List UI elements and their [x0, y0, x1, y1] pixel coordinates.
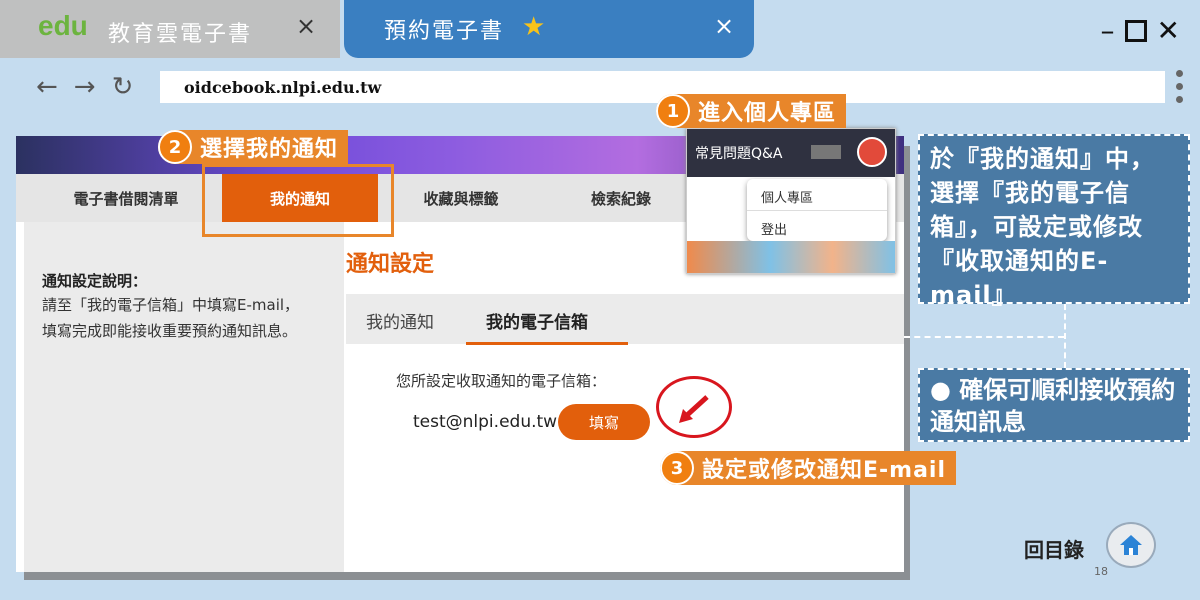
step-2: 2 選擇我的通知: [158, 130, 349, 164]
subtab-my-notice[interactable]: 我的通知: [366, 308, 434, 333]
step-2-text: 選擇我的通知: [200, 137, 339, 162]
maximize-icon[interactable]: [1124, 19, 1147, 42]
more-menu-icon[interactable]: [1176, 70, 1183, 103]
menu-logout[interactable]: 登出: [761, 219, 787, 238]
nav-favorites[interactable]: 收藏與標籤: [396, 174, 526, 222]
tab2-title: 預約電子書: [384, 19, 505, 44]
email-value: test@nlpi.edu.tw: [413, 412, 558, 432]
fill-button[interactable]: 填寫: [558, 404, 650, 440]
tab-reserve-ebook[interactable]: 預約電子書 ★ ×: [344, 0, 754, 58]
popup-menu: 個人專區 登出: [747, 179, 887, 241]
back-icon[interactable]: ←: [36, 72, 58, 102]
red-circle-arrow-icon: [656, 376, 732, 438]
dashed-connector-h: [904, 336, 1064, 338]
dashed-connector-v: [1064, 304, 1066, 368]
user-avatar-icon[interactable]: [857, 137, 887, 167]
reload-icon[interactable]: ↻: [112, 72, 134, 102]
blurred-username: [811, 145, 841, 159]
info-box-1: 於『我的通知』中，選擇『我的電子信箱』，可設定或修改『收取通知的E-mail』: [918, 134, 1190, 309]
menu-personal-area[interactable]: 個人專區: [761, 187, 813, 206]
section-title: 通知設定: [346, 252, 435, 277]
tab1-title: 教育雲電子書: [108, 22, 253, 47]
edu-logo: edu: [38, 10, 88, 41]
menu-divider: [747, 210, 887, 211]
highlight-box: [202, 164, 394, 237]
page-number: 18: [1094, 565, 1108, 578]
house-icon: [1120, 535, 1142, 555]
window-controls: – ✕: [1101, 14, 1180, 47]
tab1-close-icon[interactable]: ×: [296, 12, 316, 40]
step-3: 3 設定或修改通知E-mail: [660, 451, 957, 485]
popup-illustration: [687, 241, 895, 273]
profile-popup: 常見問題Q&A 個人專區 登出: [686, 128, 896, 274]
arrow-icon: [679, 395, 709, 423]
email-label: 您所設定收取通知的電子信箱：: [396, 372, 607, 390]
home-label[interactable]: 回目錄: [1024, 534, 1084, 563]
info-box-2: ● 確保可順利接收預約通知訊息: [918, 368, 1190, 442]
nav-buttons: ← → ↻: [36, 72, 133, 102]
nav-borrow-list[interactable]: 電子書借閱清單: [46, 174, 206, 222]
step-3-text: 設定或修改通知E-mail: [702, 458, 947, 483]
active-tab-underline: [466, 342, 628, 345]
subtab-my-email[interactable]: 我的電子信箱: [486, 308, 588, 333]
home-icon[interactable]: [1106, 522, 1156, 568]
step-1-text: 進入個人專區: [698, 101, 837, 126]
star-icon: ★: [522, 12, 546, 42]
left-title: 通知設定說明：: [42, 272, 148, 290]
step-1-number: 1: [656, 94, 690, 128]
faq-link[interactable]: 常見問題Q&A: [695, 143, 783, 163]
left-body: 請至「我的電子信箱」中填寫E-mail，填寫完成即能接收重要預約通知訊息。: [42, 296, 300, 340]
popup-header: 常見問題Q&A: [687, 129, 895, 177]
step-3-number: 3: [660, 451, 694, 485]
tab2-close-icon[interactable]: ×: [714, 12, 734, 40]
subtabs: 我的通知 我的電子信箱: [346, 294, 904, 344]
close-window-icon[interactable]: ✕: [1157, 14, 1180, 47]
step-2-number: 2: [158, 130, 192, 164]
minimize-icon[interactable]: –: [1101, 14, 1115, 47]
tab-edu-ebook[interactable]: edu 教育雲電子書 ×: [0, 0, 340, 58]
step-1: 1 進入個人專區: [656, 94, 847, 128]
nav-search-history[interactable]: 檢索紀錄: [556, 174, 686, 222]
forward-icon[interactable]: →: [74, 72, 96, 102]
